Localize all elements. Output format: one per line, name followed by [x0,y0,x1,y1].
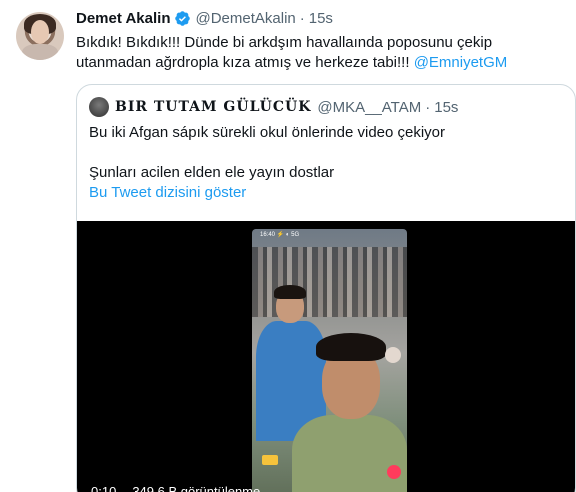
gift-icon [262,455,278,465]
tweet-header: Demet Akalin @DemetAkalin · 15s [76,10,333,27]
show-thread-link[interactable]: Bu Tweet dizisini göster [89,183,559,203]
person-right-hair [316,333,386,361]
video-player[interactable]: 16:40 ⚡ ◐ 5G 0:10 349,6 B görüntülenme [77,221,575,492]
avatar-body [22,44,58,60]
tweet-body: Bıkdık! Bıkdık!!! Dünde bi arkdşım haval… [76,33,571,73]
tweet-timestamp[interactable]: 15s [309,10,333,27]
person-right-body [292,415,407,492]
quoted-tweet-timestamp: 15s [434,98,459,116]
quoted-tweet-body: Bu iki Afgan sápık sürekli okul önlerind… [89,123,559,203]
quoted-author-avatar [89,97,109,117]
quoted-tweet-card[interactable]: BIR TUTAM GÜLÜCÜK @MKA__ATAM · 15s Bu ik… [76,84,576,492]
video-duration: 0:10 [91,484,117,492]
quoted-text-line: Bu iki Afgan sápık sürekli okul önlerind… [89,124,446,141]
person-left-hair [274,285,306,299]
video-frame: 16:40 ⚡ ◐ 5G [252,229,407,492]
quoted-tweet-header: BIR TUTAM GÜLÜCÜK @MKA__ATAM · 15s [89,97,458,117]
avatar-face [31,20,49,44]
quoted-text-line: Şunları acilen elden ele yayın dostlar [89,164,335,181]
video-view-count: 349,6 B görüntülenme [132,484,261,492]
author-avatar[interactable] [16,12,64,60]
author-name[interactable]: Demet Akalin [76,10,170,27]
separator-dot: · [425,98,431,116]
separator-dot: · [299,10,305,27]
mention-link[interactable]: @EmniyetGM [414,54,508,71]
author-handle[interactable]: @DemetAkalin [195,10,295,27]
profile-icon [385,347,401,363]
video-info-bar: 0:10 349,6 B görüntülenme [91,484,260,492]
quoted-author-name: BIR TUTAM GÜLÜCÜK [115,99,312,115]
heart-icon [387,465,401,479]
verified-badge-icon [175,11,191,26]
phone-status-bar: 16:40 ⚡ ◐ 5G [260,232,300,238]
quoted-author-handle: @MKA__ATAM [317,98,422,116]
